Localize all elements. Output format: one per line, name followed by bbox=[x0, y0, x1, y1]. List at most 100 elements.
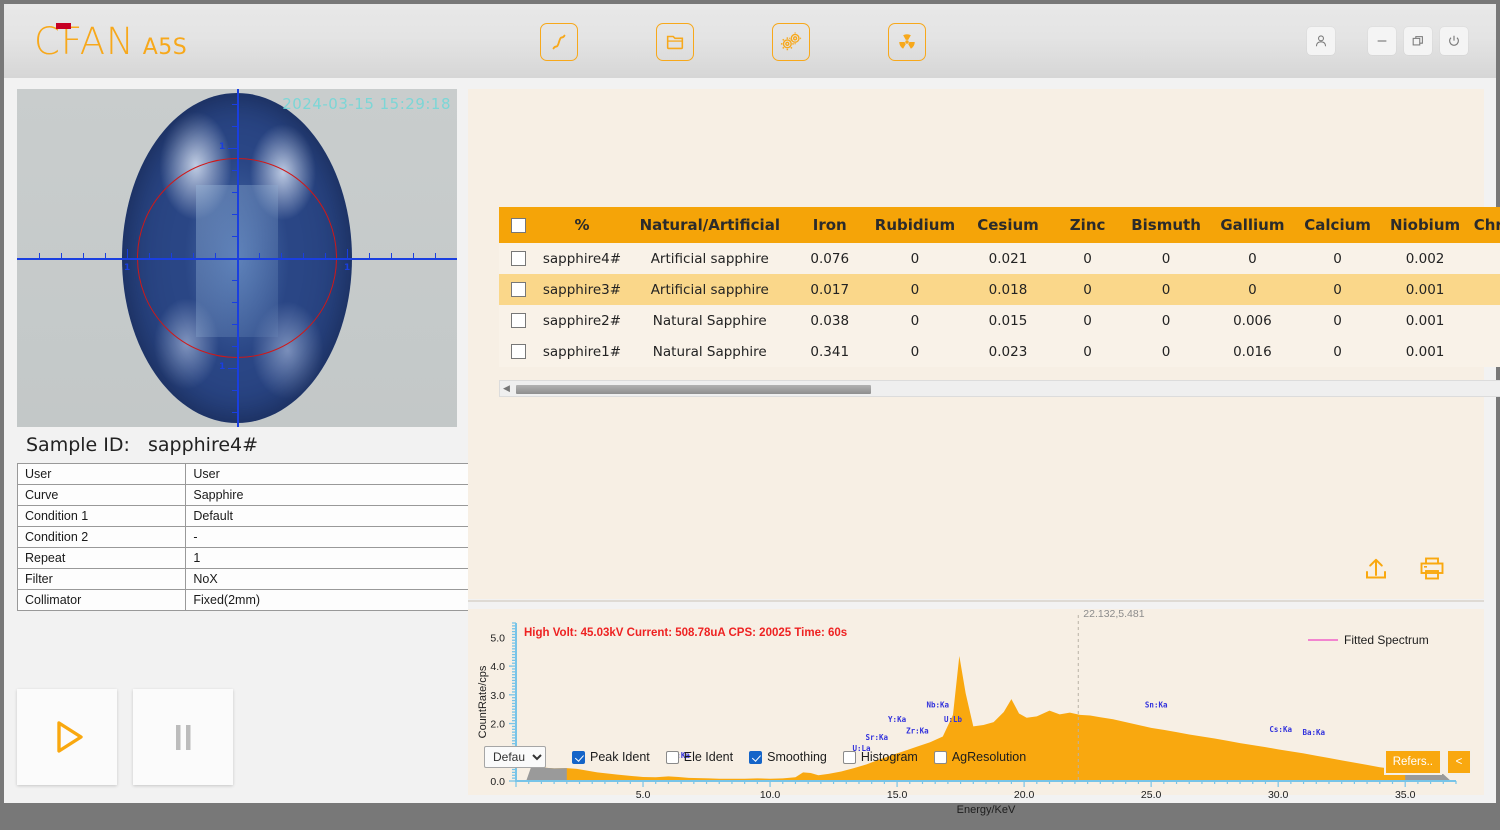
upload-button[interactable] bbox=[1362, 555, 1390, 588]
results-table-wrap: % Natural/Artificial Iron Rubidium Cesium Zin… bbox=[499, 207, 1500, 367]
results-horizontal-scrollbar[interactable]: ◀ ▶ bbox=[499, 380, 1500, 397]
row-checkbox[interactable] bbox=[510, 344, 526, 359]
table-cell: sapphire3# bbox=[537, 274, 627, 305]
row-checkbox[interactable] bbox=[510, 251, 526, 266]
spectrum-corner-buttons: Refers.. < bbox=[1385, 751, 1470, 773]
row-select-cell[interactable] bbox=[499, 274, 538, 305]
ruler-tick bbox=[232, 389, 237, 391]
checkbox-ele-ident[interactable]: Ele Ident bbox=[665, 750, 733, 764]
refers-button[interactable]: Refers.. bbox=[1385, 751, 1440, 773]
column-header: Rubidium bbox=[866, 207, 964, 243]
sample-id-value: sapphire4# bbox=[147, 434, 259, 456]
table-cell: 0 bbox=[866, 243, 964, 274]
x-tick-label: 20.0 bbox=[1014, 789, 1035, 801]
table-cell: 0.341 bbox=[792, 336, 867, 367]
row-select-cell[interactable] bbox=[499, 336, 538, 367]
spectrum-chart[interactable]: 0.01.02.03.04.05.05.010.015.020.025.030.… bbox=[468, 608, 1484, 825]
ruler-tick bbox=[232, 125, 237, 127]
row-checkbox[interactable] bbox=[510, 313, 526, 328]
y-tick-label: 4.0 bbox=[490, 661, 505, 673]
checkbox-label: Smoothing bbox=[767, 750, 827, 764]
info-row: Curve Sapphire bbox=[16, 484, 481, 506]
table-cell: 0 bbox=[1122, 243, 1210, 274]
user-button[interactable] bbox=[1307, 27, 1335, 55]
chart-status-title: High Volt: 45.03kV Current: 508.78uA CPS… bbox=[524, 627, 847, 639]
y-tick-label: 0.0 bbox=[490, 776, 505, 788]
print-button[interactable] bbox=[1418, 555, 1446, 588]
pause-button[interactable] bbox=[133, 689, 233, 785]
peak-label: Cs:Ka bbox=[1269, 725, 1292, 734]
ruler-tick bbox=[346, 249, 348, 258]
table-row[interactable]: sapphire4# Artificial sapphire 0.076 0 0.021… bbox=[499, 243, 1500, 274]
collapse-button[interactable]: < bbox=[1448, 751, 1470, 773]
select-all-header[interactable] bbox=[499, 207, 538, 243]
row-select-cell[interactable] bbox=[499, 305, 538, 336]
legend-label: Fitted Spectrum bbox=[1344, 633, 1429, 647]
column-header: % bbox=[537, 207, 627, 243]
column-header: Zinc bbox=[1052, 207, 1123, 243]
toolbar-settings-button[interactable] bbox=[772, 23, 810, 61]
ruler-tick bbox=[232, 301, 237, 303]
table-row[interactable]: sapphire3# Artificial sapphire 0.017 0 0.018… bbox=[499, 274, 1500, 305]
scrollbar-track[interactable] bbox=[513, 381, 1500, 396]
checkbox-box[interactable] bbox=[572, 750, 585, 764]
select-all-checkbox[interactable] bbox=[510, 218, 526, 233]
ruler-tick bbox=[232, 279, 237, 281]
folder-icon bbox=[666, 35, 684, 50]
info-value: User bbox=[185, 463, 481, 485]
column-header: Chromium bbox=[1469, 207, 1500, 243]
checkbox-box[interactable] bbox=[842, 750, 856, 764]
column-header: Bismuth bbox=[1122, 207, 1210, 243]
checkbox-box[interactable] bbox=[665, 750, 679, 764]
sample-params-table: User User Curve Sapphire Condition 1 Default C… bbox=[16, 463, 481, 611]
info-key: Condition 2 bbox=[16, 526, 187, 548]
ruler-tick bbox=[232, 411, 237, 413]
ruler-tick bbox=[214, 253, 216, 258]
checkbox-label: AgResolution bbox=[951, 750, 1027, 764]
column-header: Cesium bbox=[963, 207, 1053, 243]
restore-button[interactable] bbox=[1404, 27, 1432, 55]
spectrum-panel: 0.01.02.03.04.05.05.010.015.020.025.030.… bbox=[468, 608, 1484, 816]
scrollbar-thumb[interactable] bbox=[516, 385, 871, 394]
y-tick-label: 3.0 bbox=[490, 690, 505, 702]
checkbox-smoothing[interactable]: Smoothing bbox=[749, 750, 827, 764]
table-cell: 0.002 bbox=[1380, 243, 1470, 274]
info-value: Default bbox=[185, 505, 481, 527]
checkbox-box[interactable] bbox=[749, 750, 763, 764]
ruler-tick bbox=[280, 253, 282, 258]
table-cell: 0.038 bbox=[792, 305, 867, 336]
preset-select[interactable]: Default bbox=[484, 746, 546, 768]
table-cell: 0 bbox=[1052, 274, 1123, 305]
minimize-button[interactable] bbox=[1368, 27, 1396, 55]
spectrum-checkbox-group: Peak Ident Ele Ident Smoothing Histogram AgR… bbox=[572, 750, 1026, 764]
table-cell: 0.001 bbox=[1380, 274, 1470, 305]
results-actions bbox=[1362, 555, 1446, 588]
table-cell: sapphire1# bbox=[537, 336, 627, 367]
ruler-tick bbox=[368, 253, 370, 258]
table-row[interactable]: sapphire2# Natural Sapphire 0.038 0 0.015 0 0 0… bbox=[499, 305, 1500, 336]
toolbar-folder-button[interactable] bbox=[656, 23, 694, 61]
ruler-tick bbox=[232, 213, 237, 215]
checkbox-agresolution[interactable]: AgResolution bbox=[933, 750, 1027, 764]
camera-view[interactable]: 2024-03-15 15:29:18 11 11 bbox=[17, 89, 457, 427]
toolbar-radiation-button[interactable] bbox=[888, 23, 926, 61]
row-select-cell[interactable] bbox=[499, 243, 538, 274]
table-cell: Natural Sapphire bbox=[626, 305, 793, 336]
spectrum-svg[interactable]: 0.01.02.03.04.05.05.010.015.020.025.030.… bbox=[468, 608, 1484, 825]
results-table: % Natural/Artificial Iron Rubidium Cesium Zin… bbox=[499, 207, 1500, 367]
table-row[interactable]: sapphire1# Natural Sapphire 0.341 0 0.023 0 0 0… bbox=[499, 336, 1500, 367]
row-checkbox[interactable] bbox=[510, 282, 526, 297]
column-header: Natural/Artificial bbox=[626, 207, 793, 243]
scroll-left-arrow[interactable]: ◀ bbox=[500, 383, 513, 394]
checkbox-box[interactable] bbox=[933, 750, 947, 764]
power-button[interactable] bbox=[1440, 27, 1468, 55]
play-button[interactable] bbox=[17, 689, 117, 785]
table-cell: 0 bbox=[1295, 243, 1381, 274]
checkbox-histogram[interactable]: Histogram bbox=[842, 750, 918, 764]
table-cell: sapphire4# bbox=[537, 243, 627, 274]
user-icon bbox=[1315, 35, 1327, 47]
table-cell: 0.001 bbox=[1380, 305, 1470, 336]
column-header: Gallium bbox=[1209, 207, 1295, 243]
checkbox-peak-ident[interactable]: Peak Ident bbox=[572, 750, 650, 764]
toolbar-curve-button[interactable] bbox=[540, 23, 578, 61]
